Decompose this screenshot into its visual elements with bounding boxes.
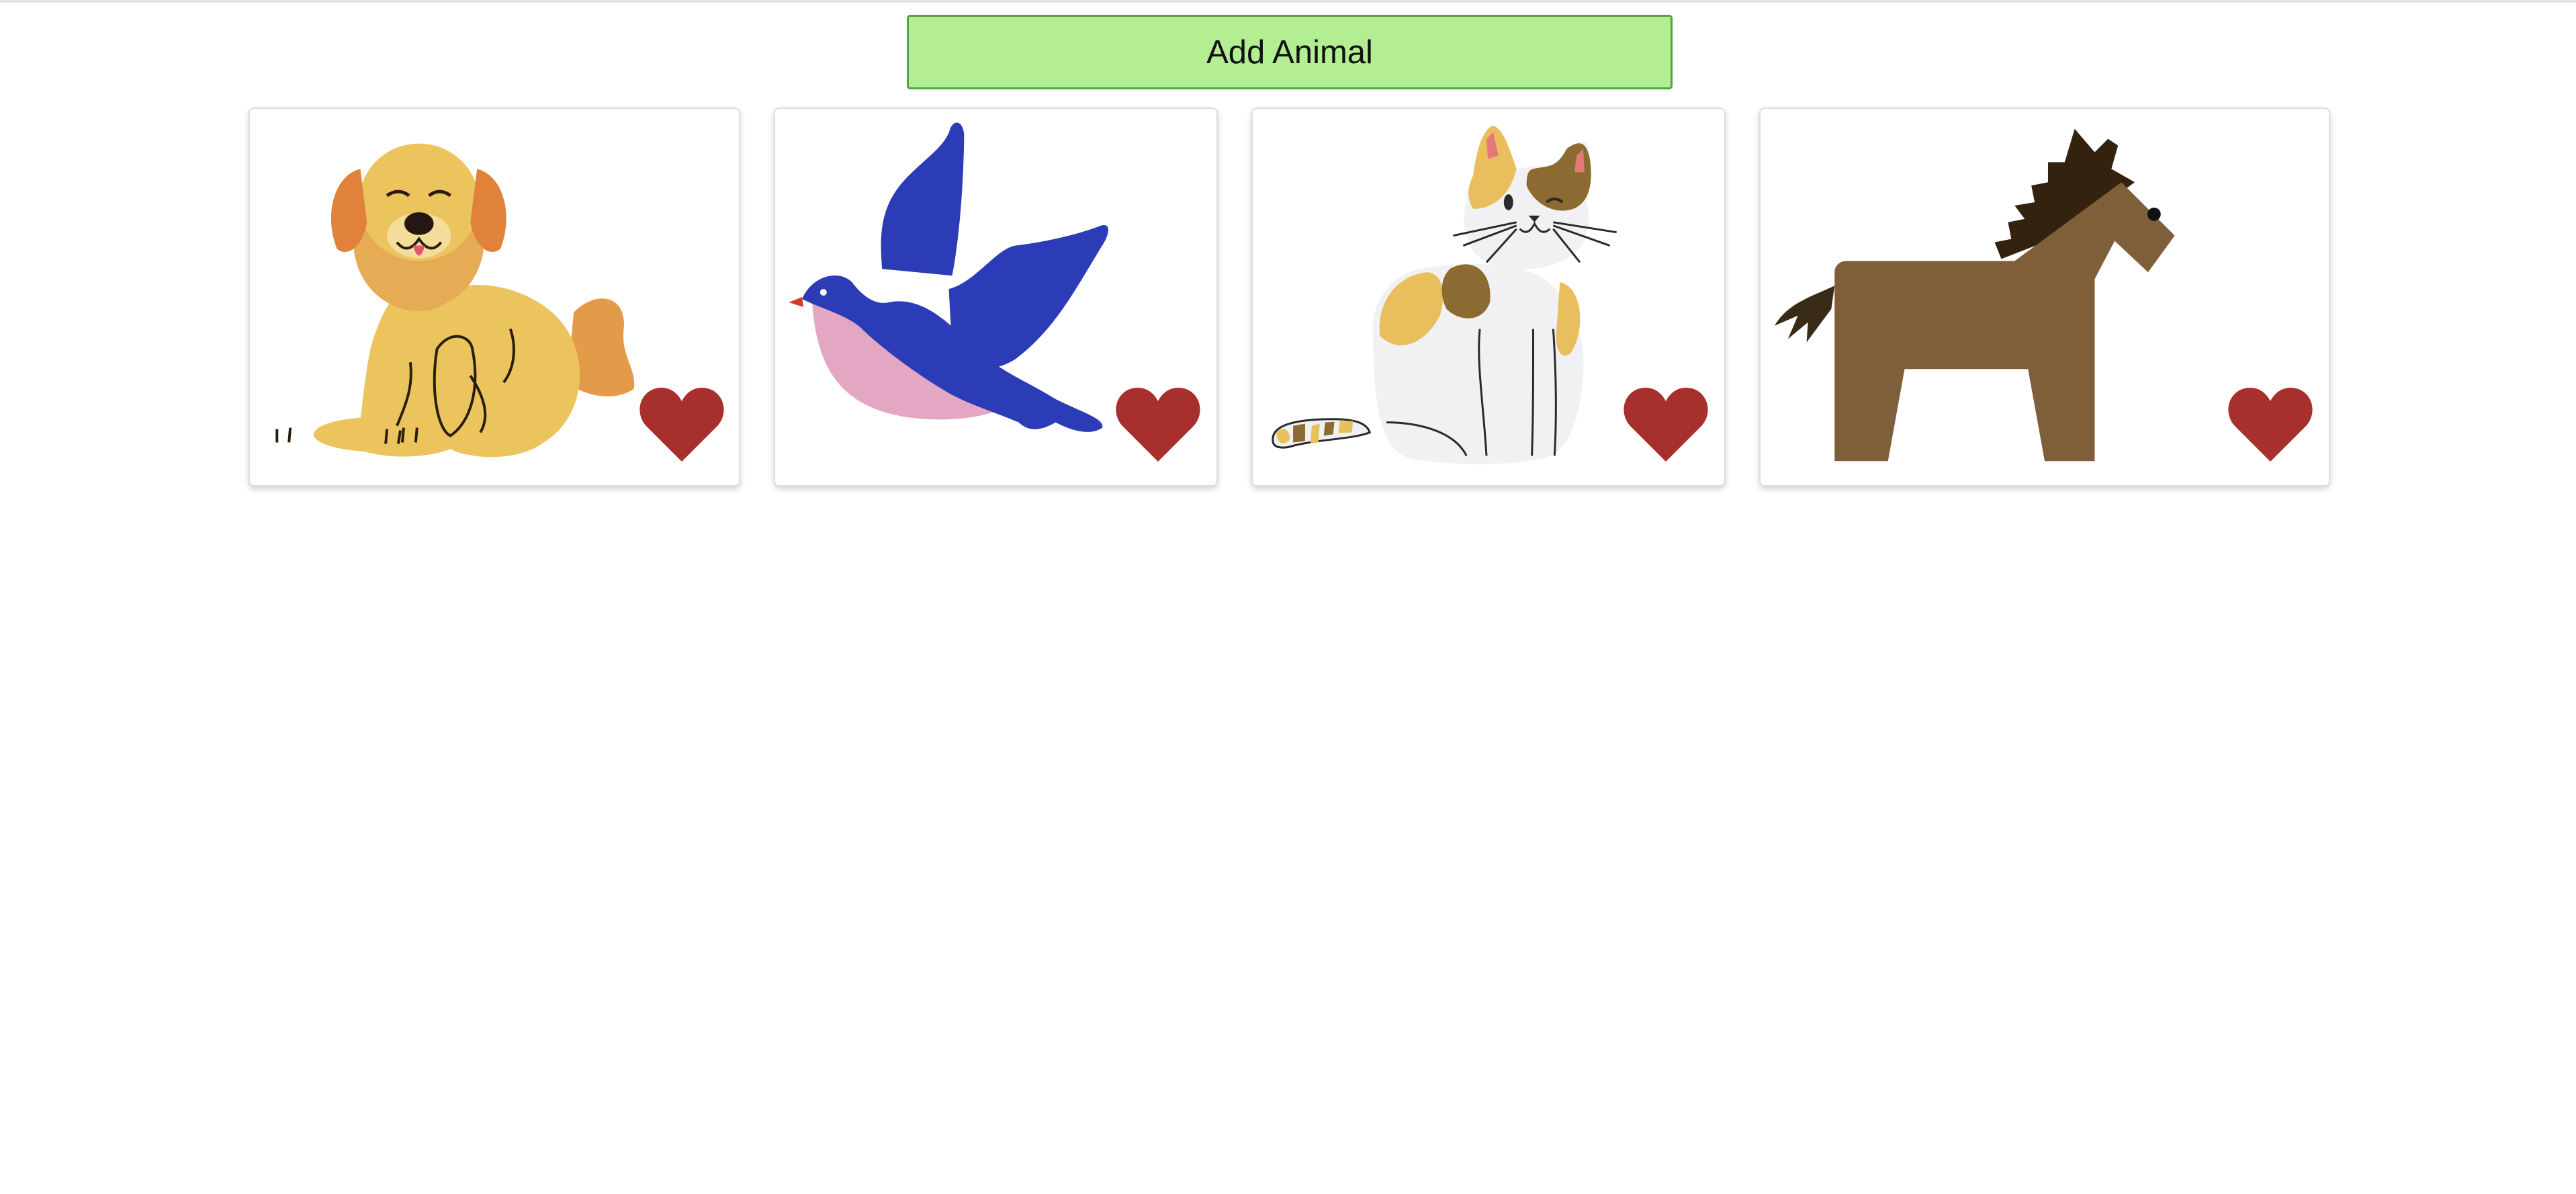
animal-card-cat[interactable] [1251, 108, 1726, 486]
favorite-heart-icon[interactable] [1114, 384, 1202, 465]
favorite-heart-icon[interactable] [1622, 384, 1709, 465]
add-animal-button[interactable]: Add Animal [907, 15, 1673, 89]
top-border [0, 0, 2576, 3]
animal-card-bird[interactable] [774, 108, 1218, 486]
animal-card-dog[interactable] [249, 108, 740, 486]
animal-card-horse[interactable] [1759, 108, 2330, 486]
favorite-heart-icon[interactable] [2227, 384, 2314, 465]
favorite-heart-icon[interactable] [638, 384, 725, 465]
